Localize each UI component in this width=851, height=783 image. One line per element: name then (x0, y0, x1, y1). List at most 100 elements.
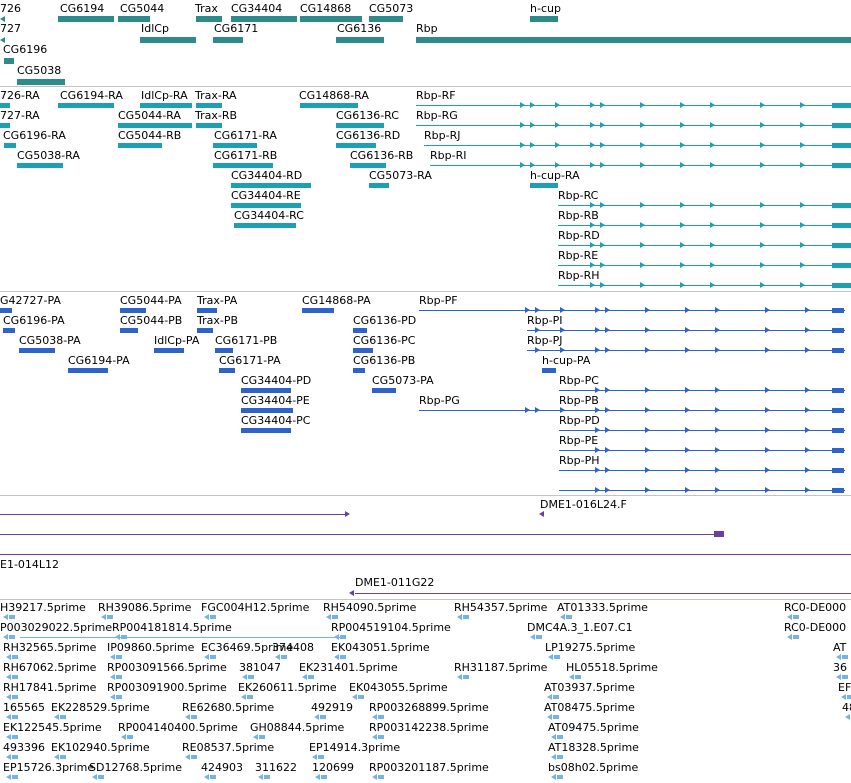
feature-label[interactable]: AT08475.5prime (544, 701, 635, 714)
feature-label[interactable]: CG6171-RB (214, 149, 277, 162)
feature-label[interactable]: EK260611.5prime (238, 681, 337, 694)
feature-glyph[interactable] (60, 755, 66, 759)
feature-label[interactable]: RH31187.5prime (454, 661, 547, 674)
feature-glyph[interactable] (120, 308, 146, 313)
feature-glyph[interactable] (118, 16, 150, 22)
feature-label[interactable]: LP19275.5prime (545, 641, 635, 654)
feature-label[interactable]: CG6194-PA (68, 354, 130, 367)
feature-glyph[interactable] (241, 408, 293, 413)
feature-label[interactable]: CG5044-PB (120, 314, 182, 327)
feature-glyph[interactable] (340, 635, 346, 639)
feature-glyph[interactable] (832, 428, 844, 433)
feature-label[interactable]: DME1-016L24.F (540, 498, 627, 511)
feature-glyph[interactable] (832, 388, 844, 393)
feature-glyph[interactable] (196, 123, 222, 128)
feature-glyph[interactable] (248, 675, 254, 679)
feature-glyph[interactable] (557, 735, 563, 739)
feature-label[interactable]: CG6136-RD (336, 129, 400, 142)
feature-label[interactable]: RH17841.5prime (3, 681, 96, 694)
feature-label[interactable]: Trax-PB (197, 314, 238, 327)
feature-label[interactable]: RH54090.5prime (323, 601, 416, 614)
feature-glyph[interactable] (340, 655, 346, 659)
transcript-track[interactable]: 726-RA CG6194-RA IdlCp-RA Trax-RA CG14868-RA… (0, 87, 851, 291)
feature-label[interactable]: RE62680.5prime (182, 701, 274, 714)
feature-label[interactable]: CG14868-PA (302, 294, 371, 307)
feature-label[interactable]: bs08h02.5prime (548, 761, 638, 774)
feature-label[interactable]: CG6136-RB (350, 149, 413, 162)
feature-label[interactable]: Rbp-PB (559, 394, 599, 407)
feature-glyph[interactable] (231, 203, 301, 208)
feature-label[interactable]: CG6171-RA (214, 129, 277, 142)
feature-label[interactable]: h-cup-RA (530, 169, 580, 182)
feature-glyph[interactable] (247, 695, 253, 699)
feature-label[interactable]: 36 (833, 661, 847, 674)
feature-label[interactable]: EK043055.5prime (349, 681, 448, 694)
feature-glyph[interactable] (17, 79, 65, 85)
feature-glyph[interactable] (557, 755, 563, 759)
feature-glyph[interactable] (140, 103, 192, 108)
clone-track[interactable]: DME1-016L24.F E1-014L12 DME1-011G22 (0, 496, 851, 599)
feature-glyph[interactable] (793, 635, 799, 639)
feature-label[interactable]: EK122545.5prime (3, 721, 102, 734)
feature-label[interactable]: Rbp-RD (558, 229, 600, 242)
feature-label[interactable]: Rbp (416, 22, 438, 35)
feature-label[interactable]: SD12768.5prime (89, 761, 182, 774)
feature-glyph[interactable] (308, 675, 314, 679)
feature-glyph[interactable] (714, 531, 724, 537)
feature-glyph[interactable] (231, 183, 311, 188)
feature-glyph[interactable] (9, 615, 15, 619)
feature-label[interactable]: CG34404-PD (241, 374, 311, 387)
feature-label[interactable]: Rbp-RC (558, 189, 598, 202)
feature-label[interactable]: CG34404-RE (231, 189, 301, 202)
feature-glyph[interactable] (118, 123, 192, 128)
feature-glyph[interactable] (12, 775, 18, 779)
feature-glyph[interactable] (120, 328, 138, 333)
feature-glyph[interactable] (378, 775, 384, 779)
feature-glyph[interactable] (213, 163, 273, 168)
feature-label[interactable]: Rbp-PJ (527, 334, 562, 347)
feature-glyph[interactable] (210, 775, 216, 779)
feature-glyph[interactable] (241, 428, 291, 433)
feature-glyph[interactable] (98, 775, 104, 779)
feature-label[interactable]: Rbp-RE (558, 249, 598, 262)
feature-label[interactable]: Rbp-PH (559, 454, 599, 467)
feature-label[interactable]: CG5044-RB (118, 129, 181, 142)
feature-glyph[interactable] (832, 263, 851, 268)
feature-glyph[interactable] (12, 675, 18, 679)
feature-glyph[interactable] (353, 368, 365, 373)
feature-glyph[interactable] (58, 103, 114, 108)
feature-label[interactable]: CG6136-PD (353, 314, 416, 327)
feature-glyph[interactable] (353, 328, 367, 333)
feature-label[interactable]: 48 (842, 701, 851, 714)
feature-glyph[interactable] (264, 775, 270, 779)
feature-label[interactable]: CG34404-RD (231, 169, 302, 182)
feature-glyph[interactable] (372, 388, 396, 393)
feature-glyph[interactable] (19, 348, 55, 353)
feature-glyph[interactable] (350, 163, 386, 168)
feature-glyph[interactable] (553, 695, 559, 699)
feature-glyph[interactable] (213, 37, 243, 43)
feature-label[interactable]: CG6171-PA (219, 354, 281, 367)
feature-label[interactable]: 165565 (3, 701, 45, 714)
feature-glyph[interactable] (196, 16, 222, 22)
feature-label[interactable]: AT01333.5prime (557, 601, 648, 614)
genome-browser-viewport[interactable]: 726 CG6194 CG5044 Trax CG34404 CG14868 CG5073 h… (0, 0, 851, 783)
feature-glyph[interactable] (832, 163, 851, 168)
feature-glyph[interactable] (196, 103, 222, 108)
feature-glyph[interactable] (553, 715, 559, 719)
feature-glyph[interactable] (197, 308, 217, 313)
feature-glyph[interactable] (832, 328, 844, 333)
feature-glyph[interactable] (832, 283, 851, 288)
feature-label[interactable]: CG5044-PA (120, 294, 182, 307)
feature-label[interactable]: Rbp-RF (416, 89, 456, 102)
feature-label[interactable]: Rbp-RJ (424, 129, 460, 142)
feature-label[interactable]: RH39086.5prime (98, 601, 191, 614)
feature-label[interactable]: EK231401.5prime (299, 661, 398, 674)
feature-glyph[interactable] (566, 615, 572, 619)
feature-glyph[interactable] (300, 16, 362, 22)
feature-glyph[interactable] (832, 223, 851, 228)
feature-glyph[interactable] (832, 103, 851, 108)
feature-glyph[interactable] (378, 715, 384, 719)
feature-glyph[interactable] (116, 655, 122, 659)
feature-label[interactable]: CG5073-PA (372, 374, 434, 387)
